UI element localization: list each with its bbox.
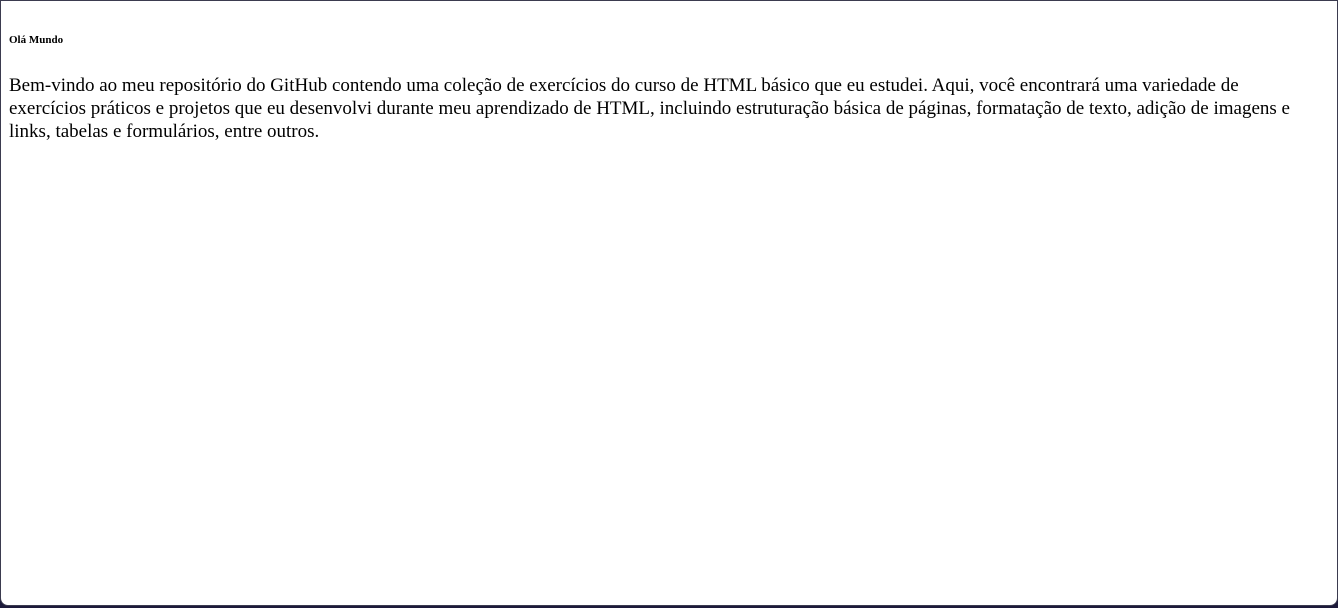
intro-paragraph: Bem-vindo ao meu repositório do GitHub c…	[9, 75, 1290, 142]
page-heading: Olá Mundo	[9, 34, 64, 46]
browser-viewport: Olá Mundo Bem-vindo ao meu repositório d…	[0, 0, 1338, 606]
page-content: Olá Mundo Bem-vindo ao meu repositório d…	[1, 34, 1337, 143]
